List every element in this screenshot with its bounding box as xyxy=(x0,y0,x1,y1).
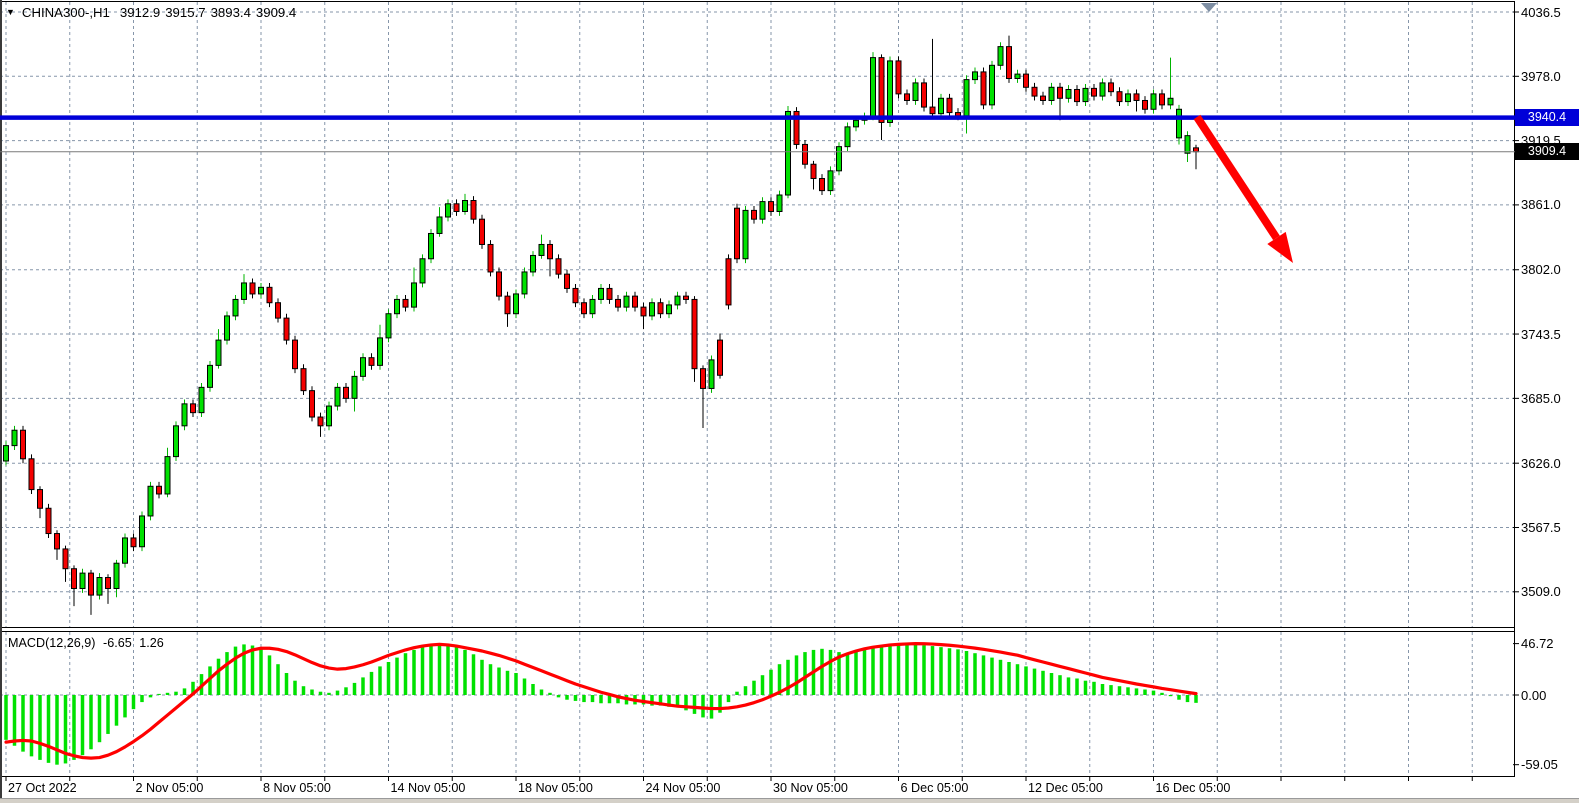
ohlc-close-value: 3909.4 xyxy=(256,5,296,20)
time-tick-label: 8 Nov 05:00 xyxy=(263,780,331,796)
price-tick-label: 3567.5 xyxy=(1521,520,1561,535)
macd-tick-label: 46.72 xyxy=(1521,636,1554,651)
time-tick-label: 27 Oct 2022 xyxy=(8,780,77,796)
macd-name: MACD(12,26,9) xyxy=(8,636,96,650)
macd-tick-label: -59.05 xyxy=(1521,757,1558,772)
symbol-dropdown-icon[interactable]: ▼ xyxy=(6,7,15,17)
time-tick-label: 2 Nov 05:00 xyxy=(136,780,204,796)
ohlc-low-value: 3893.4 xyxy=(211,5,251,20)
macd-histogram xyxy=(4,644,1198,765)
price-tick-label: 3861.0 xyxy=(1521,197,1561,212)
chart-title: ▼ CHINA300-,H1 3912.9 3915.7 3893.4 3909.4 xyxy=(6,5,301,20)
macd-signal-value: 1.26 xyxy=(139,636,164,650)
macd-indicator-label: MACD(12,26,9) -6.65 1.26 xyxy=(8,636,168,650)
time-tick-label: 30 Nov 05:00 xyxy=(773,780,848,796)
window-bottom-edge xyxy=(0,798,1579,803)
chart-canvas[interactable] xyxy=(0,0,1579,803)
trading-chart-window: ▼ CHINA300-,H1 3912.9 3915.7 3893.4 3909.4 MA… xyxy=(0,0,1579,803)
sell-arrow-annotation[interactable] xyxy=(1197,117,1293,263)
price-tick-label: 3685.0 xyxy=(1521,391,1561,406)
symbol-period-label: CHINA300-,H1 xyxy=(22,5,110,20)
price-tick-label: 3802.0 xyxy=(1521,262,1561,277)
price-tick-label: 3743.5 xyxy=(1521,327,1561,342)
price-tick-label: 3978.0 xyxy=(1521,69,1561,84)
macd-tick-label: 0.00 xyxy=(1521,688,1546,703)
price-tick-label: 3626.0 xyxy=(1521,456,1561,471)
time-tick-label: 14 Nov 05:00 xyxy=(391,780,466,796)
price-tick-label: 4036.5 xyxy=(1521,5,1561,20)
price-tick-label: 3509.0 xyxy=(1521,584,1561,599)
chart-shift-marker-icon[interactable] xyxy=(1201,3,1217,12)
macd-main-value: -6.65 xyxy=(103,636,132,650)
ohlc-open-value: 3912.9 xyxy=(120,5,160,20)
hline-price-box: 3940.4 xyxy=(1515,109,1579,126)
ohlc-high-value: 3915.7 xyxy=(165,5,205,20)
time-tick-label: 18 Nov 05:00 xyxy=(518,780,593,796)
time-tick-label: 6 Dec 05:00 xyxy=(901,780,969,796)
time-tick-label: 24 Nov 05:00 xyxy=(646,780,721,796)
time-tick-label: 16 Dec 05:00 xyxy=(1156,780,1231,796)
time-tick-label: 12 Dec 05:00 xyxy=(1028,780,1103,796)
last-price-box: 3909.4 xyxy=(1515,143,1579,160)
